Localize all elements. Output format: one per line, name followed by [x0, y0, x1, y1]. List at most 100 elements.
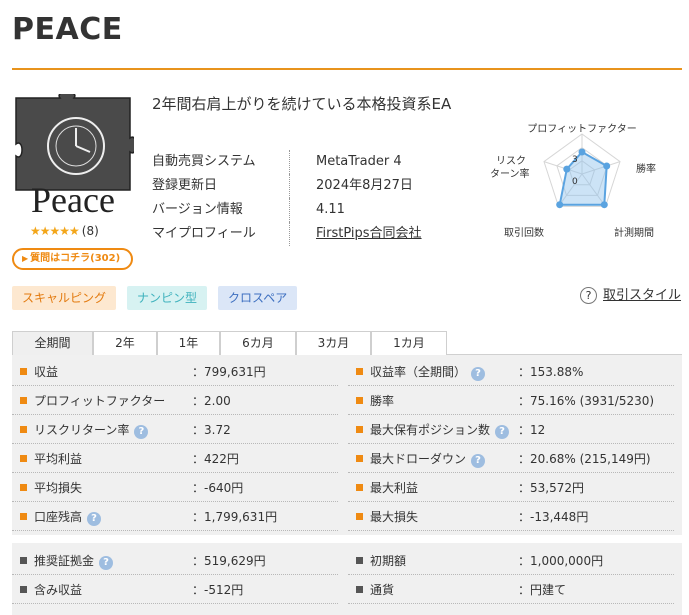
- stats_right-label: 勝率: [356, 387, 394, 415]
- tag-nanpin[interactable]: ナンピン型: [127, 286, 208, 310]
- stats_right-row: 収益率（全期間）? ：153.88%: [348, 358, 674, 386]
- bullet-square-icon: [356, 368, 363, 375]
- info-row-system: 自動売買システム MetaTrader 4: [152, 150, 472, 174]
- stats_right-row: 最大保有ポジション数? ：12: [348, 416, 674, 444]
- stats_right-label: 最大利益: [356, 474, 418, 502]
- profile-link[interactable]: FirstPips合同会社: [290, 222, 422, 246]
- tag-scalping[interactable]: スキャルピング: [12, 286, 117, 310]
- bullet-square-icon: [356, 586, 363, 593]
- stats_left-label: リスクリターン率?: [20, 416, 149, 444]
- radar-point: [563, 165, 571, 173]
- stats2_right-row: 通貨 ：円建て: [348, 576, 674, 604]
- logo-text: Peace: [31, 180, 115, 218]
- bullet-square-icon: [20, 426, 27, 433]
- radar-point: [603, 162, 611, 170]
- radar-label-right-top: 勝率: [636, 162, 656, 175]
- stats_right-value: ：153.88%: [518, 365, 584, 379]
- review-count[interactable]: (8): [82, 224, 99, 238]
- stats_right-row: 最大利益 ：53,572円: [348, 474, 674, 502]
- tab-2-years[interactable]: 2年: [93, 331, 157, 355]
- stats2_right-row: 初期額 ：1,000,000円: [348, 547, 674, 575]
- radar-point: [556, 201, 564, 209]
- stats_left-row: リスクリターン率? ：3.72: [12, 416, 338, 444]
- stats2_left-label: 推奨証拠金?: [20, 547, 114, 575]
- rating-stars: ★★★★★ (8): [30, 224, 99, 238]
- stats_left-row: 平均利益 ：422円: [12, 445, 338, 473]
- stats_left-row: 平均損失 ：-640円: [12, 474, 338, 502]
- stats2_left-row: 推奨証拠金? ：519,629円: [12, 547, 338, 575]
- stats_left-row: 収益 ：799,631円: [12, 358, 338, 386]
- radar-point: [600, 201, 608, 209]
- stats_right-label: 最大保有ポジション数?: [356, 416, 510, 444]
- bullet-square-icon: [356, 557, 363, 564]
- radar-label-top: プロフィットファクター: [527, 123, 636, 135]
- stats_left-label: 平均損失: [20, 474, 82, 502]
- stats_right-row: 最大損失 ：-13,448円: [348, 503, 674, 531]
- stats_left-label: プロフィットファクター: [20, 387, 165, 415]
- help-icon[interactable]: ?: [99, 556, 114, 570]
- stats_left-value: ：-640円: [192, 481, 244, 495]
- triangle-right-icon: ▶: [22, 254, 29, 263]
- radar-chart: プロフィットファクター 勝率 計測期間 取引回数 リスク ターン率 3 0: [490, 123, 656, 239]
- tab-6-months[interactable]: 6カ月: [220, 331, 296, 355]
- tab-1-month[interactable]: 1カ月: [371, 331, 447, 355]
- stats_left-label: 口座残高?: [20, 503, 102, 531]
- help-icon[interactable]: ?: [471, 367, 486, 381]
- radar-scale-min: 0: [572, 177, 578, 187]
- stats_right-label: 最大損失: [356, 503, 418, 531]
- bullet-square-icon: [20, 586, 27, 593]
- stats_left-label: 収益: [20, 358, 58, 386]
- radar-scale-max: 3: [572, 155, 578, 165]
- bullet-square-icon: [356, 397, 363, 404]
- ea-description: 2年間右肩上がりを続けている本格投資系EA: [152, 95, 452, 113]
- bullet-square-icon: [356, 455, 363, 462]
- page-title: PEACE: [12, 12, 123, 47]
- tag-list: スキャルピング ナンピン型 クロスペア: [12, 286, 298, 310]
- info-row-updated: 登録更新日 2024年8月27日: [152, 174, 472, 198]
- help-icon[interactable]: ?: [87, 512, 102, 526]
- stats2_right-label: 通貨: [356, 576, 394, 604]
- help-icon[interactable]: ?: [134, 425, 149, 439]
- info-row-version: バージョン情報 4.11: [152, 198, 472, 222]
- title-divider: [12, 68, 682, 70]
- help-icon[interactable]: ?: [495, 425, 510, 439]
- qa-button[interactable]: ▶ 質問はコチラ(302): [12, 248, 133, 270]
- info-table: 自動売買システム MetaTrader 4 登録更新日 2024年8月27日 バージ…: [152, 150, 472, 246]
- stats_right-value: ：75.16% (3931/5230): [518, 394, 655, 408]
- stats_right-value: ：20.68% (215,149円): [518, 452, 651, 466]
- tab-3-months[interactable]: 3カ月: [296, 331, 371, 355]
- help-icon[interactable]: ?: [471, 454, 486, 468]
- stats2_right-label: 初期額: [356, 547, 406, 575]
- stats2_left-value: ：-512円: [192, 583, 244, 597]
- radar-label-left-bottom: 取引回数: [504, 226, 544, 239]
- stats_left-label: 平均利益: [20, 445, 82, 473]
- bullet-square-icon: [20, 455, 27, 462]
- tab-all-period[interactable]: 全期間: [12, 331, 93, 355]
- trade-style-link[interactable]: ? 取引スタイル: [580, 284, 681, 304]
- tab-1-year[interactable]: 1年: [157, 331, 220, 355]
- bullet-square-icon: [20, 397, 27, 404]
- stats_right-value: ：12: [518, 423, 546, 437]
- stats_left-value: ：3.72: [192, 423, 231, 437]
- bullet-square-icon: [356, 513, 363, 520]
- bullet-square-icon: [356, 426, 363, 433]
- stats_left-value: ：2.00: [192, 394, 231, 408]
- question-icon: ?: [580, 287, 597, 304]
- stats2_left-label: 含み収益: [20, 576, 82, 604]
- info-row-profile: マイプロフィール FirstPips合同会社: [152, 222, 472, 246]
- bullet-square-icon: [20, 484, 27, 491]
- stats-panel: 収益 ：799,631円プロフィットファクター ：2.00 リスクリターン率? ：3.7…: [12, 355, 682, 535]
- stats_left-value: ：799,631円: [192, 365, 266, 379]
- bullet-square-icon: [20, 513, 27, 520]
- stats_left-row: 口座残高? ：1,799,631円: [12, 503, 338, 531]
- tag-cross-pair[interactable]: クロスペア: [218, 286, 298, 310]
- radar-label-right-bottom: 計測期間: [614, 226, 654, 239]
- stats_right-label: 収益率（全期間）?: [356, 358, 486, 386]
- stats2_left-row: 含み収益 ：-512円: [12, 576, 338, 604]
- period-tabs: 全期間 2年 1年 6カ月 3カ月 1カ月: [12, 330, 682, 355]
- stats_right-value: ：53,572円: [518, 481, 584, 495]
- stats2_left-value: ：519,629円: [192, 554, 266, 568]
- stats-panel-secondary: 推奨証拠金? ：519,629円含み収益 ：-512円 初期額 ：1,000,000円通…: [12, 543, 682, 615]
- stats2_right-value: ：円建て: [518, 583, 567, 597]
- stats_right-value: ：-13,448円: [518, 510, 589, 524]
